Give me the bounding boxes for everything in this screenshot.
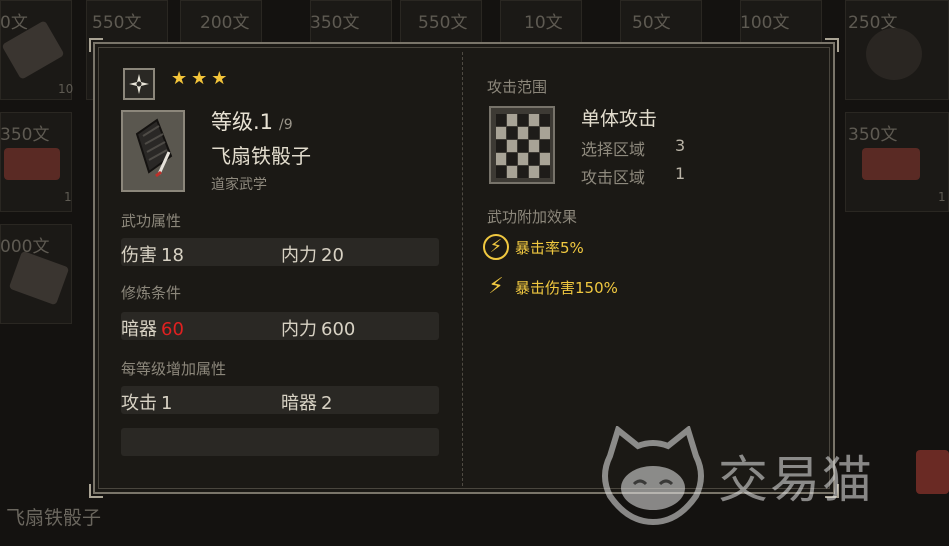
attack-area-label: 攻击区域: [581, 168, 646, 187]
attack-area-value: 1: [675, 164, 686, 183]
red-item-icon: [862, 148, 920, 180]
per-level-row: 攻击 1 暗器 2: [121, 386, 439, 414]
star-icon: ★: [171, 68, 188, 89]
slot-price: 200文: [200, 13, 250, 33]
stat-name: 伤害: [121, 245, 157, 266]
panel-corner: [825, 38, 839, 52]
select-area-row: 选择区域 3: [581, 136, 685, 160]
star-icon: ★: [191, 68, 208, 89]
slot-price: 100文: [740, 13, 790, 33]
skull-item-icon: [866, 28, 922, 80]
stat-value: 18: [161, 245, 184, 266]
stat-name: 内力: [281, 319, 317, 340]
item-school: 道家武学: [211, 177, 267, 193]
shuriken-type-icon: [123, 68, 155, 100]
effect-crit-damage: ⚡ 暴击伤害150%: [483, 272, 618, 302]
star-icon: ★: [211, 68, 228, 89]
slot-price: 50文: [632, 13, 671, 33]
lightning-circle-icon: ⚡: [483, 234, 509, 260]
selected-item-name: 飞扇铁骰子: [6, 507, 102, 529]
attack-range-grid: [489, 106, 555, 184]
item-portrait: [121, 110, 185, 192]
effect-text: 暴击率5%: [515, 238, 584, 257]
lightning-icon: ⚡: [488, 274, 504, 299]
slot-count: 1: [938, 190, 946, 204]
attack-range-label: 攻击范围: [487, 78, 548, 96]
slot-price: 350文: [0, 125, 50, 145]
slot-price: 550文: [418, 13, 468, 33]
stat-value: 1: [161, 393, 173, 414]
requirements-label: 修炼条件: [121, 284, 182, 302]
attack-area-row: 攻击区域 1: [581, 164, 685, 188]
stat-name: 暗器: [121, 319, 157, 340]
panel-corner: [89, 38, 103, 52]
stat-name: 内力: [281, 245, 317, 266]
stat-value: 600: [321, 319, 356, 340]
level-value: 等级.1: [211, 110, 274, 134]
stat-inner-power: 内力 20: [281, 241, 344, 267]
effect-crit-rate: ⚡ 暴击率5%: [483, 232, 584, 262]
stat-value: 20: [321, 245, 344, 266]
select-area-value: 3: [675, 136, 686, 155]
slot-count: 10: [58, 82, 74, 96]
per-level-attack: 攻击 1: [121, 389, 172, 415]
slot-price: 550文: [92, 13, 142, 33]
star-rating: ★ ★ ★: [171, 70, 227, 88]
iron-fan-icon: [135, 118, 173, 178]
requirements-row: 暗器 60 内力 600: [121, 312, 439, 340]
martial-attrs-row: 伤害 18 内力 20: [121, 238, 439, 266]
watermark: 交易猫: [598, 426, 874, 526]
effect-text: 暴击伤害150%: [515, 278, 618, 297]
select-area-label: 选择区域: [581, 140, 646, 159]
slot-price: 10文: [524, 13, 563, 33]
effects-label: 武功附加效果: [487, 208, 578, 226]
red-item-icon: [4, 148, 60, 180]
req-hidden-weapon: 暗器 60: [121, 315, 184, 341]
stat-value: 2: [321, 393, 333, 414]
level-max: /9: [279, 117, 293, 133]
watermark-text: 交易猫: [718, 451, 874, 509]
martial-attrs-label: 武功属性: [121, 212, 182, 230]
slot-price: 0文: [0, 13, 28, 33]
buy-button[interactable]: [916, 450, 949, 494]
req-inner-power: 内力 600: [281, 315, 355, 341]
empty-row: [121, 428, 439, 456]
per-level-hidden-weapon: 暗器 2: [281, 389, 332, 415]
panel-corner: [89, 484, 103, 498]
stat-damage: 伤害 18: [121, 241, 184, 267]
item-title: 飞扇铁骰子: [211, 144, 311, 168]
column-divider: [462, 52, 463, 486]
cat-logo-icon: [602, 426, 704, 526]
stat-name: 暗器: [281, 393, 317, 414]
slot-count: 1: [64, 190, 72, 204]
slot-price: 350文: [848, 125, 898, 145]
range-type: 单体攻击: [581, 108, 658, 130]
stat-name: 攻击: [121, 393, 157, 414]
stat-value-unmet: 60: [161, 319, 184, 340]
skill-level: 等级.1/9: [211, 106, 293, 136]
per-level-label: 每等级增加属性: [121, 360, 227, 378]
slot-price: 350文: [310, 13, 360, 33]
